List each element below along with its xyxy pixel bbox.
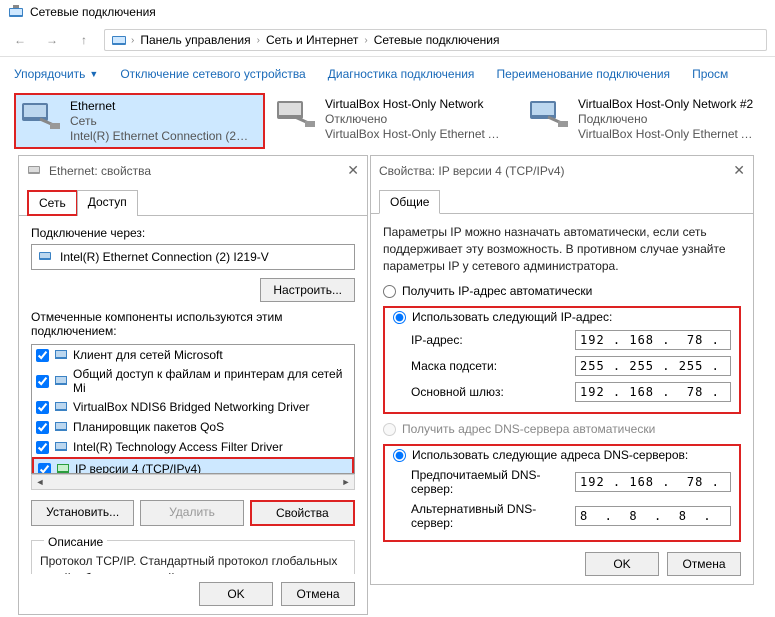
- adapter-vbox1[interactable]: VirtualBox Host-Only Network Отключено V…: [271, 93, 518, 149]
- disable-device[interactable]: Отключение сетевого устройства: [120, 67, 305, 81]
- app-icon: [8, 4, 24, 20]
- network-adapter-icon: [275, 97, 317, 145]
- cancel-button[interactable]: Отмена: [667, 552, 741, 576]
- use-dns-radio[interactable]: [393, 449, 406, 462]
- tab-access[interactable]: Доступ: [77, 190, 138, 216]
- close-icon[interactable]: ✕: [733, 162, 745, 179]
- component-checkbox[interactable]: [36, 401, 49, 414]
- mask-input[interactable]: [575, 356, 731, 376]
- list-item[interactable]: Общий доступ к файлам и принтерам для се…: [32, 365, 354, 397]
- adapter-device: VirtualBox Host-Only Ethernet Ad...: [325, 127, 505, 141]
- adapter-status: Сеть: [70, 114, 250, 128]
- nav-forward[interactable]: →: [40, 28, 64, 52]
- breadcrumb[interactable]: › Панель управления › Сеть и Интернет › …: [104, 29, 767, 51]
- nav-row: ← → ↑ › Панель управления › Сеть и Интер…: [0, 24, 775, 57]
- adapter-status: Подключено: [578, 112, 758, 126]
- network-adapter-icon: [27, 163, 43, 179]
- breadcrumb-item[interactable]: Панель управления: [138, 33, 252, 47]
- components-list[interactable]: Клиент для сетей Microsoft Общий доступ …: [31, 344, 355, 474]
- components-label: Отмеченные компоненты используются этим …: [31, 310, 355, 338]
- component-checkbox[interactable]: [36, 421, 49, 434]
- auto-dns-label: Получить адрес DNS-сервера автоматически: [402, 422, 655, 436]
- tab-general[interactable]: Общие: [379, 190, 440, 214]
- adapter-name: VirtualBox Host-Only Network: [325, 97, 505, 111]
- intro-text: Параметры IP можно назначать автоматичес…: [383, 224, 741, 274]
- chevron-down-icon: ▼: [89, 69, 98, 79]
- horizontal-scrollbar[interactable]: ◄ ►: [31, 474, 355, 490]
- window-title: Сетевые подключения: [30, 5, 156, 19]
- adapter-device: VirtualBox Host-Only Ethernet Ad...: [578, 127, 758, 141]
- network-adapter-icon: [38, 249, 54, 265]
- ok-button[interactable]: OK: [585, 552, 659, 576]
- ip-input[interactable]: [575, 330, 731, 350]
- auto-ip-label: Получить IP-адрес автоматически: [402, 284, 592, 298]
- adapter-combo-text: Intel(R) Ethernet Connection (2) I219-V: [60, 250, 269, 264]
- dialog-title: Свойства: IP версии 4 (TCP/IPv4): [379, 164, 565, 178]
- adapter-list: Ethernet Сеть Intel(R) Ethernet Connecti…: [0, 91, 775, 151]
- description-legend: Описание: [44, 535, 107, 549]
- nav-up[interactable]: ↑: [72, 28, 96, 52]
- component-checkbox[interactable]: [36, 441, 49, 454]
- organize-menu[interactable]: Упорядочить ▼: [14, 67, 98, 81]
- gateway-label: Основной шлюз:: [411, 385, 565, 399]
- diagnose-connection[interactable]: Диагностика подключения: [328, 67, 475, 81]
- component-checkbox[interactable]: [36, 349, 49, 362]
- use-ip-radio[interactable]: [393, 311, 406, 324]
- tab-network[interactable]: Сеть: [27, 190, 78, 216]
- use-dns-label: Использовать следующие адреса DNS-сервер…: [412, 448, 688, 462]
- dns2-label: Альтернативный DNS-сервер:: [411, 502, 565, 530]
- configure-button[interactable]: Настроить...: [260, 278, 355, 302]
- view-menu[interactable]: Просм: [692, 67, 728, 81]
- scroll-left-icon[interactable]: ◄: [32, 475, 48, 489]
- auto-dns-radio: [383, 423, 396, 436]
- adapter-device: Intel(R) Ethernet Connection (2) I...: [70, 129, 250, 143]
- dialog-title: Ethernet: свойства: [49, 164, 151, 178]
- chevron-right-icon: ›: [364, 35, 367, 46]
- ipv4-properties-dialog: Свойства: IP версии 4 (TCP/IPv4) ✕ Общие…: [370, 155, 754, 585]
- title-bar: Сетевые подключения: [0, 0, 775, 24]
- list-item-ipv4[interactable]: IP версии 4 (TCP/IPv4): [32, 457, 354, 474]
- network-adapter-icon: [528, 97, 570, 145]
- breadcrumb-item[interactable]: Сеть и Интернет: [264, 33, 360, 47]
- list-item[interactable]: VirtualBox NDIS6 Bridged Networking Driv…: [32, 397, 354, 417]
- cancel-button[interactable]: Отмена: [281, 582, 355, 606]
- mask-label: Маска подсети:: [411, 359, 565, 373]
- rename-connection[interactable]: Переименование подключения: [496, 67, 670, 81]
- dns2-input[interactable]: [575, 506, 731, 526]
- dns1-label: Предпочитаемый DNS-сервер:: [411, 468, 565, 496]
- list-item[interactable]: Планировщик пакетов QoS: [32, 417, 354, 437]
- adapter-name: Ethernet: [70, 99, 250, 113]
- gateway-input[interactable]: [575, 382, 731, 402]
- close-icon[interactable]: ✕: [347, 162, 359, 179]
- list-item[interactable]: Клиент для сетей Microsoft: [32, 345, 354, 365]
- connect-using-label: Подключение через:: [31, 226, 355, 240]
- use-ip-label: Использовать следующий IP-адрес:: [412, 310, 612, 324]
- description-text: Протокол TCP/IP. Стандартный протокол гл…: [40, 553, 346, 574]
- properties-button[interactable]: Свойства: [250, 500, 355, 526]
- adapter-vbox2[interactable]: VirtualBox Host-Only Network #2 Подключе…: [524, 93, 771, 149]
- network-adapter-icon: [20, 99, 62, 143]
- auto-ip-radio[interactable]: [383, 285, 396, 298]
- list-item[interactable]: Intel(R) Technology Access Filter Driver: [32, 437, 354, 457]
- nav-back[interactable]: ←: [8, 28, 32, 52]
- breadcrumb-item[interactable]: Сетевые подключения: [372, 33, 502, 47]
- ok-button[interactable]: OK: [199, 582, 273, 606]
- remove-button[interactable]: Удалить: [140, 500, 243, 526]
- dns1-input[interactable]: [575, 472, 731, 492]
- toolbar: Упорядочить ▼ Отключение сетевого устрой…: [0, 57, 775, 91]
- component-checkbox[interactable]: [38, 463, 51, 475]
- ip-label: IP-адрес:: [411, 333, 565, 347]
- ethernet-properties-dialog: Ethernet: свойства ✕ Сеть Доступ Подключ…: [18, 155, 368, 615]
- install-button[interactable]: Установить...: [31, 500, 134, 526]
- component-checkbox[interactable]: [36, 375, 49, 388]
- breadcrumb-icon: [111, 32, 127, 48]
- chevron-right-icon: ›: [131, 35, 134, 46]
- adapter-ethernet[interactable]: Ethernet Сеть Intel(R) Ethernet Connecti…: [14, 93, 265, 149]
- adapter-status: Отключено: [325, 112, 505, 126]
- adapter-name: VirtualBox Host-Only Network #2: [578, 97, 758, 111]
- chevron-right-icon: ›: [257, 35, 260, 46]
- scroll-right-icon[interactable]: ►: [338, 475, 354, 489]
- adapter-combo[interactable]: Intel(R) Ethernet Connection (2) I219-V: [31, 244, 355, 270]
